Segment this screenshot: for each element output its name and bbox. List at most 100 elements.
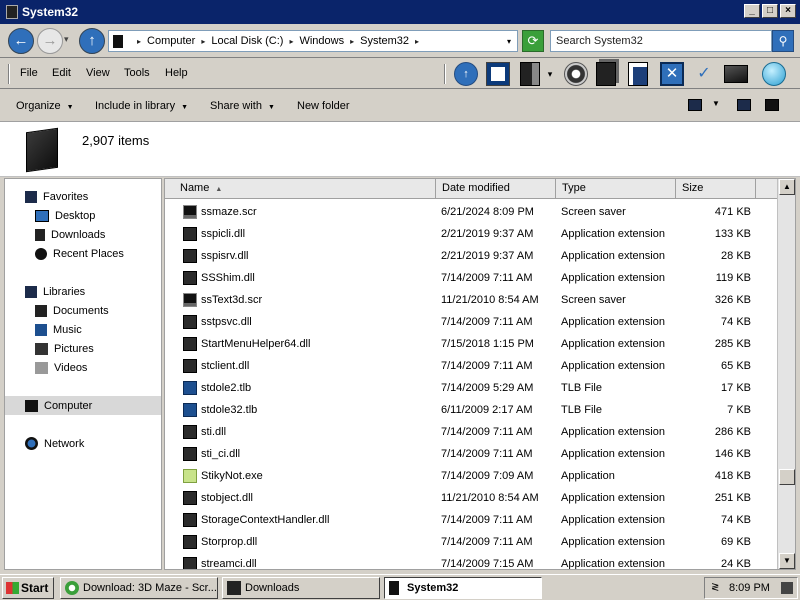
checkmark-icon[interactable]: ✓ [692, 62, 716, 86]
file-size: 326 KB [714, 294, 751, 306]
close-button[interactable]: × [780, 4, 796, 18]
scroll-thumb[interactable] [779, 469, 795, 485]
crumb-separator-icon[interactable]: ▸ [350, 37, 354, 46]
menu-help[interactable]: Help [165, 67, 188, 79]
scroll-up-button[interactable]: ▲ [779, 179, 795, 195]
menu-tools[interactable]: Tools [124, 67, 150, 79]
crumb-separator-icon[interactable]: ▸ [415, 37, 419, 46]
column-header-size[interactable]: Size [676, 179, 756, 199]
column-header-date[interactable]: Date modified [436, 179, 556, 199]
table-row[interactable]: ssmaze.scr 6/21/2024 8:09 PM Screen saver 4… [165, 201, 777, 223]
table-row[interactable]: stclient.dll 7/14/2009 7:11 AM Application… [165, 355, 777, 377]
maximize-button[interactable]: □ [762, 4, 778, 18]
breadcrumb-local-disk[interactable]: Local Disk (C:) [211, 35, 283, 47]
nav-music[interactable]: Music [5, 320, 161, 339]
folder-icon [389, 581, 399, 595]
nav-libraries[interactable]: Libraries [5, 282, 161, 301]
taskbar-item-downloads[interactable]: Downloads [222, 577, 380, 599]
file-date: 7/14/2009 7:11 AM [441, 426, 533, 438]
toolbar-grip[interactable] [444, 64, 446, 84]
file-type: Application extension [561, 514, 665, 526]
document-icon[interactable] [628, 62, 648, 86]
nav-videos[interactable]: Videos [5, 358, 161, 377]
drop-arrow-icon[interactable]: ▾ [544, 62, 556, 86]
scroll-down-button[interactable]: ▼ [779, 553, 795, 569]
table-row[interactable]: sspicli.dll 2/21/2019 9:37 AM Application … [165, 223, 777, 245]
forward-button[interactable]: → [37, 28, 63, 54]
network-icon[interactable] [564, 62, 588, 86]
monitor-icon[interactable] [486, 62, 510, 86]
table-row[interactable]: Storprop.dll 7/14/2009 7:11 AM Application… [165, 531, 777, 553]
back-button[interactable]: ← [8, 28, 34, 54]
taskbar-item-download[interactable]: Download: 3D Maze - Scr... [60, 577, 218, 599]
crumb-separator-icon[interactable]: ▸ [289, 37, 293, 46]
table-row[interactable]: stobject.dll 11/21/2010 8:54 AM Applicatio… [165, 487, 777, 509]
copy-icon[interactable] [520, 62, 540, 86]
table-row[interactable]: StartMenuHelper64.dll 7/15/2018 1:15 PM Ap… [165, 333, 777, 355]
table-row[interactable]: stdole32.tlb 6/11/2009 2:17 AM TLB File 7 K… [165, 399, 777, 421]
breadcrumb-computer[interactable]: Computer [147, 35, 195, 47]
table-row[interactable]: SSShim.dll 7/14/2009 7:11 AM Application e… [165, 267, 777, 289]
minimize-button[interactable]: _ [744, 4, 760, 18]
table-row[interactable]: sstpsvc.dll 7/14/2009 7:11 AM Application … [165, 311, 777, 333]
file-type: Application extension [561, 558, 665, 570]
tray-expand-icon[interactable]: ≷ [711, 578, 719, 598]
menu-grip[interactable] [8, 64, 10, 84]
table-row[interactable]: sspisrv.dll 2/21/2019 9:37 AM Application … [165, 245, 777, 267]
refresh-button[interactable]: ⟳ [522, 30, 544, 52]
table-row[interactable]: StorageContextHandler.dll 7/14/2009 7:11 … [165, 509, 777, 531]
change-view-icon[interactable] [688, 99, 702, 111]
breadcrumb-windows[interactable]: Windows [299, 35, 344, 47]
new-folder-button[interactable]: New folder [297, 100, 350, 112]
nav-downloads[interactable]: Downloads [5, 225, 161, 244]
menu-file[interactable]: File [20, 67, 38, 79]
tray-app-icon[interactable] [781, 582, 793, 594]
nav-pictures[interactable]: Pictures [5, 339, 161, 358]
search-icon[interactable]: ⚲ [772, 30, 794, 52]
title-bar[interactable]: System32 _ □ × [0, 0, 800, 24]
up-arrow-icon[interactable]: ↑ [454, 62, 478, 86]
nav-favorites[interactable]: Favorites [5, 187, 161, 206]
recent-pages-dropdown[interactable]: ▾ [64, 34, 69, 45]
tlb-file-icon [183, 403, 197, 417]
table-row[interactable]: streamci.dll 7/14/2009 7:15 AM Application… [165, 553, 777, 570]
crumb-separator-icon[interactable]: ▸ [137, 37, 141, 46]
menu-edit[interactable]: Edit [52, 67, 71, 79]
menu-view[interactable]: View [86, 67, 110, 79]
breadcrumb-system32[interactable]: System32 [360, 35, 409, 47]
folder-icon[interactable] [724, 65, 748, 83]
pages-icon[interactable] [596, 62, 616, 86]
organize-button[interactable]: Organize ▼ [16, 100, 74, 112]
table-row[interactable]: sti.dll 7/14/2009 7:11 AM Application exte… [165, 421, 777, 443]
include-in-library-button[interactable]: Include in library ▼ [95, 100, 188, 112]
up-folder-button[interactable]: ↑ [79, 28, 105, 54]
search-input[interactable]: Search System32 [550, 30, 772, 52]
nav-computer[interactable]: Computer [5, 396, 161, 415]
table-row[interactable]: ssText3d.scr 11/21/2010 8:54 AM Screen sav… [165, 289, 777, 311]
share-with-button[interactable]: Share with ▼ [210, 100, 275, 112]
nav-network[interactable]: Network [5, 434, 161, 453]
file-list[interactable]: Name ▲ Date modified Type Size ssmaze.scr… [164, 178, 796, 570]
help-icon[interactable] [765, 99, 779, 111]
address-bar[interactable]: ▸ Computer ▸ Local Disk (C:) ▸ Windows ▸… [108, 30, 518, 52]
dll-file-icon [183, 557, 197, 569]
vertical-scrollbar[interactable]: ▲ ▼ [777, 179, 795, 569]
table-row[interactable]: sti_ci.dll 7/14/2009 7:11 AM Application e… [165, 443, 777, 465]
address-dropdown-icon[interactable]: ▾ [507, 37, 511, 46]
nav-desktop[interactable]: Desktop [5, 206, 161, 225]
nav-recent-places[interactable]: Recent Places [5, 244, 161, 263]
table-row[interactable]: StikyNot.exe 7/14/2009 7:09 AM Application… [165, 465, 777, 487]
column-header-type[interactable]: Type [556, 179, 676, 199]
clock[interactable]: 8:09 PM [729, 578, 770, 598]
close-x-icon[interactable]: ✕ [660, 62, 684, 86]
navigation-pane[interactable]: Favorites Desktop Downloads Recent Place… [4, 178, 162, 570]
column-header-name[interactable]: Name ▲ [174, 179, 436, 199]
view-options-dropdown[interactable]: ▼ [712, 99, 720, 108]
preview-pane-icon[interactable] [737, 99, 751, 111]
shell-icon[interactable] [762, 62, 786, 86]
taskbar-item-system32[interactable]: System32 [384, 577, 542, 599]
start-button[interactable]: Start [2, 577, 54, 599]
crumb-separator-icon[interactable]: ▸ [201, 37, 205, 46]
table-row[interactable]: stdole2.tlb 7/14/2009 5:29 AM TLB File 17 K… [165, 377, 777, 399]
nav-documents[interactable]: Documents [5, 301, 161, 320]
